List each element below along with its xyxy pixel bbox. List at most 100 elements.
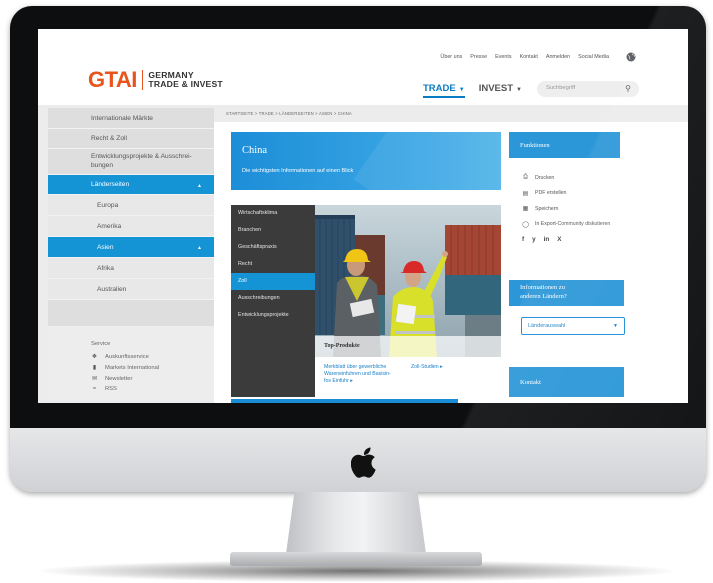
- menu-item-geschaeftspraxis[interactable]: Geschäftspraxis: [231, 239, 315, 256]
- nav-trade[interactable]: TRADE ▼: [423, 83, 465, 98]
- nav-invest[interactable]: INVEST ▼: [479, 83, 522, 98]
- action-label: PDF erstellen: [535, 190, 567, 197]
- funktionen-list: ⎙ Drucken ▤ PDF erstellen ▦ Speichern ◯ In E…: [509, 158, 624, 274]
- service-item-auskunftsservice[interactable]: ❖ Auskunftsservice: [91, 353, 214, 361]
- action-label: Speichern: [535, 205, 559, 212]
- book-icon: ▮: [92, 365, 97, 371]
- menu-item-entwicklungsprojekte[interactable]: Entwicklungsprojekte: [231, 307, 315, 324]
- search-input[interactable]: Suchbegriff ⚲: [537, 81, 639, 97]
- breadcrumb[interactable]: STARTSEITE > TRADE > LÄNDERSEITEN > ASIE…: [226, 111, 352, 116]
- action-label: In Export-Community diskutieren: [535, 221, 611, 228]
- website: Über uns Presse Events Kontakt Anmelden …: [38, 29, 688, 403]
- nav-trade-label: TRADE: [423, 83, 456, 94]
- page-subtitle: Die wichtigsten Informationen auf einen …: [242, 168, 354, 174]
- logo-text: GERMANY TRADE & INVEST: [148, 70, 222, 89]
- sidebar-item-asien[interactable]: Asien ▲: [48, 237, 214, 258]
- sidebar-spacer: [48, 300, 214, 326]
- sidebar-item-australien[interactable]: Australien: [48, 279, 214, 300]
- topnav-kontakt[interactable]: Kontakt: [520, 54, 538, 60]
- sidebar-item-label: Internationale Märkte: [91, 114, 153, 122]
- logo-divider: [141, 70, 144, 90]
- link-merkblatt-line-3: fos Einfuhr ▸: [324, 378, 353, 385]
- country-select[interactable]: Länderauswahl ▼: [521, 317, 625, 335]
- chevron-down-icon: ▼: [516, 87, 522, 93]
- service-item-label: Markets International: [105, 364, 160, 371]
- service-item-label: RSS: [105, 386, 117, 392]
- topnav-presse[interactable]: Presse: [470, 54, 487, 60]
- topnav-ueber-uns[interactable]: Über uns: [440, 54, 462, 60]
- link-merkblatt-line-2: Wareneinfuhren und Basisin-: [324, 371, 391, 378]
- page-title: China: [242, 145, 268, 156]
- facebook-icon[interactable]: f: [522, 236, 524, 243]
- link-merkblatt-line-1: Merkblatt über gewerbliche: [324, 364, 387, 370]
- menu-item-wirtschaftsklima[interactable]: Wirtschaftsklima: [231, 205, 315, 222]
- funktionen-header: Funktionen: [509, 132, 620, 158]
- sidebar-item-recht-zoll[interactable]: Recht & Zoll: [48, 129, 214, 149]
- service-item-newsletter[interactable]: ✉ Newsletter: [91, 375, 214, 383]
- service-item-label: Auskunftsservice: [105, 353, 149, 360]
- rss-icon: ≈: [92, 386, 97, 392]
- sidebar-item-laenderseiten[interactable]: Länderseiten ▲: [48, 175, 214, 195]
- action-pdf-erstellen[interactable]: ▤ PDF erstellen: [522, 186, 624, 202]
- sidebar-item-label: Recht & Zoll: [91, 135, 127, 142]
- country-hero: China Die wichtigsten Informationen auf …: [231, 132, 501, 190]
- action-export-community[interactable]: ◯ In Export-Community diskutieren: [522, 217, 624, 233]
- sidebar-item-amerika[interactable]: Amerika: [48, 216, 214, 237]
- twitter-icon[interactable]: y: [532, 236, 536, 243]
- country-menu: Wirtschaftsklima Branchen Geschäftspraxi…: [231, 205, 315, 397]
- sidebar-item-label: Entwicklungsprojekte & Ausschrei-bungen: [91, 153, 192, 169]
- sidebar-item-label-line-2: bungen: [91, 161, 114, 169]
- link-merkblatt[interactable]: Merkblatt über gewerbliche Wareneinfuhren…: [324, 364, 400, 386]
- menu-item-branchen[interactable]: Branchen: [231, 222, 315, 239]
- chevron-up-icon: ▲: [197, 245, 202, 251]
- imac-stand-base: [230, 552, 482, 566]
- service-item-rss[interactable]: ≈ RSS: [91, 386, 214, 392]
- apple-logo-icon: [351, 447, 376, 478]
- sidebar-item-label-line-1: Entwicklungsprojekte & Ausschrei-: [91, 153, 192, 161]
- pdf-icon: ▤: [522, 190, 529, 197]
- topnav-social-media[interactable]: Social Media: [578, 54, 609, 60]
- sidebar-item-europa[interactable]: Europa: [48, 195, 214, 216]
- mail-icon: ✉: [91, 376, 98, 382]
- service-item-label: Newsletter: [105, 375, 133, 382]
- globe-icon[interactable]: [626, 52, 636, 62]
- nav-invest-label: INVEST: [478, 83, 513, 94]
- sidebar-item-label: Länderseiten: [91, 181, 130, 188]
- info-title-line-2: anderen Ländern?: [520, 293, 567, 301]
- linkedin-icon[interactable]: in: [544, 236, 550, 243]
- link-zoll-studien[interactable]: Zoll-Studien ▸: [411, 364, 443, 370]
- action-speichern[interactable]: ▦ Speichern: [522, 201, 624, 217]
- kontakt-header[interactable]: Kontakt: [509, 367, 624, 397]
- topnav-events[interactable]: Events: [495, 54, 511, 60]
- sidebar-item-internationale-maerkte[interactable]: Internationale Märkte: [48, 108, 214, 129]
- imac-stand: [286, 492, 426, 554]
- menu-item-zoll[interactable]: Zoll: [231, 273, 315, 290]
- sidebar-item-label: Australien: [97, 285, 127, 293]
- chat-icon: ◯: [522, 221, 529, 228]
- sidebar-item-label: Asien: [97, 243, 114, 251]
- action-drucken[interactable]: ⎙ Drucken: [522, 170, 624, 186]
- info-panel-header: Informationen zu anderen Ländern?: [509, 280, 624, 306]
- sidebar: Internationale Märkte Recht & Zoll Entwi…: [48, 108, 214, 403]
- top-navigation: Über uns Presse Events Kontakt Anmelden …: [440, 54, 609, 60]
- sidebar-item-afrika[interactable]: Afrika: [48, 258, 214, 279]
- service-section: Service ❖ Auskunftsservice ▮ Markets Inter…: [48, 326, 214, 403]
- menu-item-recht[interactable]: Recht: [231, 256, 315, 273]
- main-navigation: TRADE ▼ INVEST ▼: [423, 83, 522, 98]
- sidebar-item-label: Europa: [97, 201, 119, 209]
- info-icon: ❖: [91, 354, 98, 360]
- logo-mark: GTAI: [88, 67, 137, 92]
- sidebar-item-entwicklungsprojekte[interactable]: Entwicklungsprojekte & Ausschrei-bungen: [48, 149, 214, 175]
- save-icon: ▦: [522, 206, 529, 213]
- search-icon[interactable]: ⚲: [625, 84, 631, 93]
- search-placeholder: Suchbegriff: [546, 85, 576, 91]
- action-label: Drucken: [535, 174, 555, 181]
- service-item-markets-international[interactable]: ▮ Markets International: [91, 364, 214, 372]
- menu-item-ausschreibungen[interactable]: Ausschreibungen: [231, 290, 315, 307]
- gtai-logo[interactable]: GTAI GERMANY TRADE & INVEST: [88, 69, 223, 91]
- hero-photo: [315, 205, 501, 357]
- social-links: f y in X: [522, 236, 624, 243]
- topnav-anmelden[interactable]: Anmelden: [546, 54, 570, 60]
- xing-icon[interactable]: X: [557, 236, 561, 243]
- content-blue-strip: [231, 399, 458, 403]
